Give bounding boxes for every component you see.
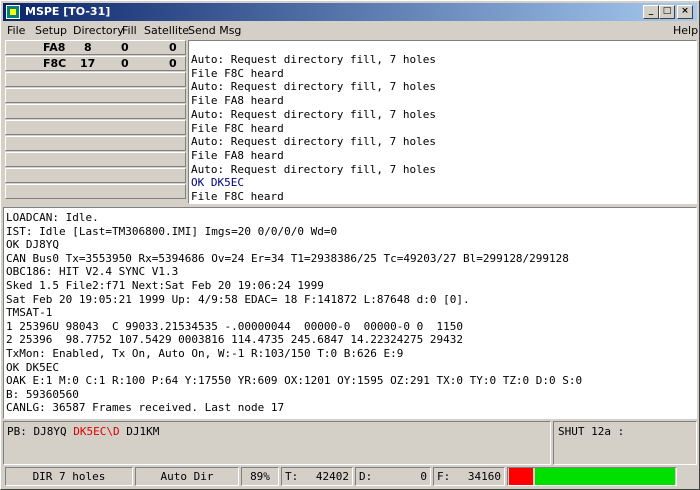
shut-text: SHUT 12a : — [558, 425, 625, 438]
log-line: OK DJ8YQ — [6, 238, 59, 252]
empty-file-row[interactable] — [5, 152, 186, 167]
event-log[interactable]: Auto: Request directory fill, 7 holes Fi… — [188, 40, 697, 204]
empty-file-row[interactable] — [5, 88, 186, 103]
menu-setup[interactable]: Setup — [35, 24, 67, 38]
file-name: FA8 — [43, 41, 66, 54]
log-line: CAN Bus0 Tx=3553950 Rx=5394686 Ov=24 Er=… — [6, 251, 569, 265]
log-line: OK DK5EC — [191, 176, 244, 190]
dir-holes-status: DIR 7 holes — [5, 467, 133, 486]
file-count-a: 17 — [80, 57, 96, 70]
app-window: MSPE [TO-31] _ □ × File Setup Directory … — [0, 0, 700, 490]
file-row[interactable]: FA8 8 0 0 — [5, 40, 186, 55]
menu-bar: File Setup Directory Fill Satellite Send… — [3, 22, 698, 40]
f-status: F: 34160 — [433, 467, 505, 486]
pb-queue: PB: DJ8YQ DK5EC\D DJ1KM — [3, 421, 551, 465]
empty-file-row[interactable] — [5, 184, 186, 199]
minimize-button[interactable]: _ — [643, 5, 659, 19]
empty-file-row[interactable] — [5, 136, 186, 151]
log-line: Sat Feb 20 19:05:21 1999 Up: 4/9:58 EDAC… — [6, 292, 470, 306]
f-label: F: — [437, 470, 451, 483]
menu-satellite[interactable]: Satellite — [144, 24, 189, 38]
close-button[interactable]: × — [677, 5, 693, 19]
file-count-b: 0 — [121, 57, 129, 70]
t-value: 42402 — [315, 470, 349, 483]
log-line: 2 25396 98.7752 107.5429 0003816 114.473… — [6, 333, 463, 347]
log-line: 1 25396U 98043 C 99033.21534535 -.000000… — [6, 319, 463, 333]
log-line: LOADCAN: Idle. — [6, 211, 99, 224]
log-line: Auto: Request directory fill, 7 holes — [191, 53, 437, 66]
pb-queue-text: PB: DJ8YQ DK5EC\D DJ1KM — [7, 425, 159, 438]
menu-file[interactable]: File — [7, 24, 25, 38]
log-line: IST: Idle [Last=TM306800.IMI] Imgs=20 0/… — [6, 224, 338, 238]
menu-directory[interactable]: Directory — [73, 24, 124, 38]
file-name: F8C — [43, 57, 67, 70]
d-label: D: — [359, 470, 373, 483]
maximize-button[interactable]: □ — [659, 5, 675, 19]
d-status: D: 0 — [355, 467, 431, 486]
log-line: Auto: Request directory fill, 7 holes — [191, 80, 437, 94]
menu-send-msg[interactable]: Send Msg — [188, 24, 241, 38]
pb-current-callsign: DK5EC\D — [73, 425, 120, 438]
f-value: 34160 — [467, 470, 501, 483]
menu-help[interactable]: Help — [673, 24, 698, 38]
log-line: Auto: Request directory fill, 7 holes — [191, 162, 437, 176]
app-icon[interactable] — [6, 5, 20, 19]
pb-prefix: PB: DJ8YQ — [7, 425, 74, 438]
title-bar[interactable]: MSPE [TO-31] _ □ × — [3, 3, 697, 21]
file-count-c: 0 — [169, 41, 177, 54]
telemetry-log[interactable]: LOADCAN: Idle. IST: Idle [Last=TM306800.… — [3, 207, 697, 419]
file-count-c: 0 — [169, 57, 177, 70]
log-line: B: 59360560 — [6, 387, 79, 401]
percent-text: 89% — [250, 470, 270, 483]
t-status: T: 42402 — [281, 467, 353, 486]
progress-red-segment — [509, 468, 533, 485]
d-value: 0 — [420, 470, 427, 483]
log-line: OAK E:1 M:0 C:1 R:100 P:64 Y:17550 YR:60… — [6, 374, 583, 388]
log-line: CANLG: 36587 Frames received. Last node … — [6, 401, 285, 415]
log-line: File FA8 heard — [191, 148, 284, 162]
log-line: File F8C heard — [191, 121, 284, 135]
log-line: TxMon: Enabled, Tx On, Auto On, W:-1 R:1… — [6, 347, 404, 360]
log-line: Auto: Request directory fill, 7 holes — [191, 107, 437, 121]
auto-dir-text: Auto Dir — [160, 470, 214, 483]
empty-file-row[interactable] — [5, 120, 186, 135]
file-count-b: 0 — [121, 41, 129, 54]
empty-file-row[interactable] — [5, 104, 186, 119]
auto-dir-status: Auto Dir — [135, 467, 239, 486]
percent-status: 89% — [241, 467, 279, 486]
menu-fill[interactable]: Fill — [122, 24, 137, 38]
log-line: OK DK5EC — [6, 360, 59, 374]
log-line: TMSAT-1 — [6, 306, 53, 320]
file-count-a: 8 — [84, 41, 92, 54]
dir-holes-text: DIR 7 holes — [32, 470, 106, 483]
shut-status: SHUT 12a : — [553, 421, 697, 465]
log-line: OBC186: HIT V2.4 SYNC V1.3 — [6, 265, 179, 279]
file-row[interactable]: F8C 17 0 0 — [5, 56, 186, 71]
t-label: T: — [285, 470, 299, 483]
window-title: MSPE [TO-31] — [25, 5, 111, 18]
empty-file-row[interactable] — [5, 168, 186, 183]
log-line: Auto: Request directory fill, 7 holes — [191, 135, 437, 149]
minimize-icon: _ — [648, 6, 654, 16]
empty-file-row[interactable] — [5, 72, 186, 87]
progress-green-segment — [535, 468, 675, 485]
maximize-icon: □ — [662, 6, 672, 16]
log-line: Sked 1.5 File2:f71 Next:Sat Feb 20 19:06… — [6, 279, 324, 292]
log-line: File F8C heard — [191, 190, 284, 203]
close-icon: × — [681, 6, 689, 16]
log-line: File FA8 heard — [191, 94, 284, 108]
log-line: File F8C heard — [191, 66, 284, 80]
pb-suffix: DJ1KM — [119, 425, 160, 438]
file-list-panel: FA8 8 0 0 F8C 17 0 0 — [5, 40, 186, 204]
